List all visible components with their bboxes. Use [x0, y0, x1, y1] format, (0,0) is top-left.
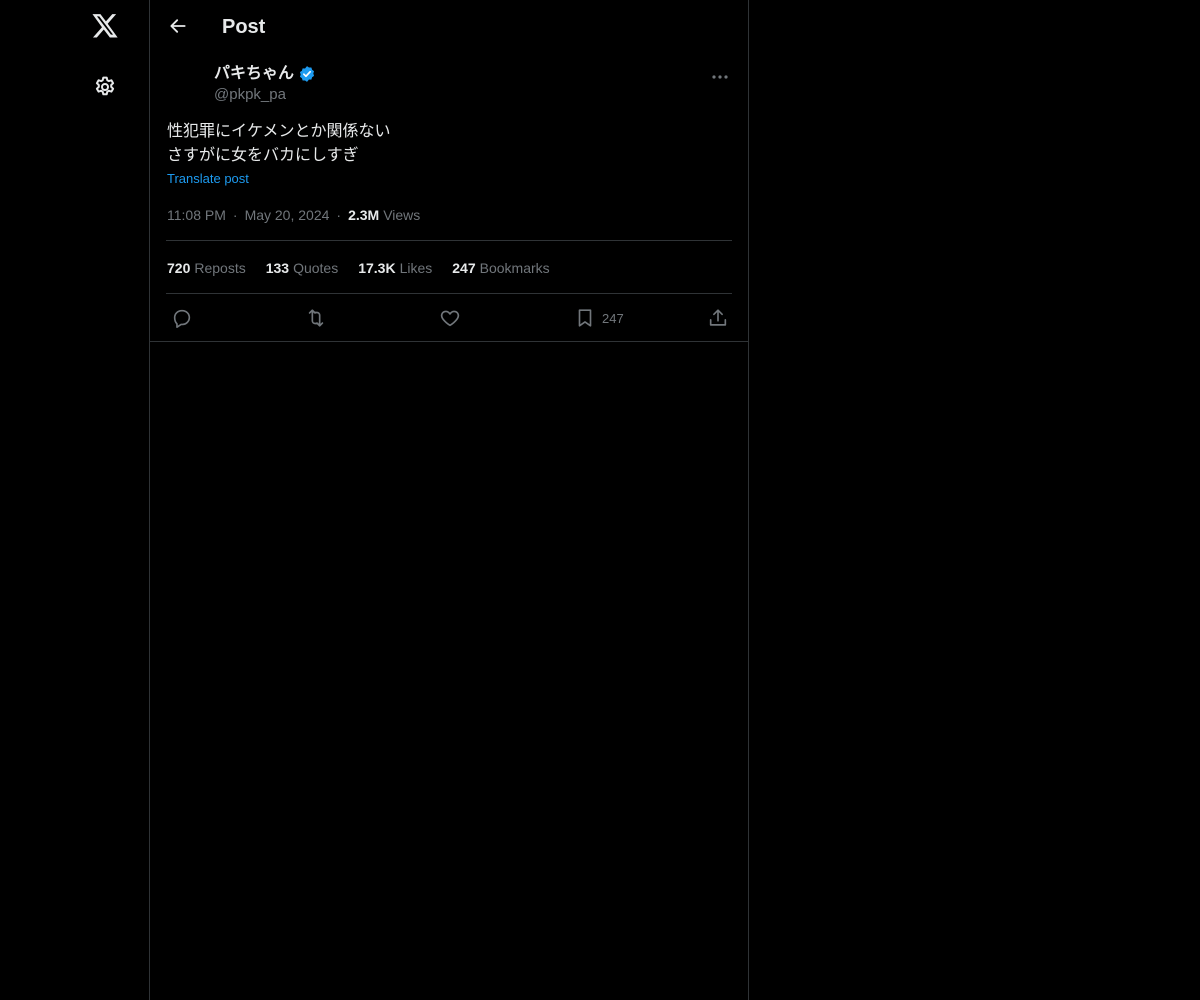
x-logo-icon [91, 14, 119, 40]
quotes-count: 133 [265, 260, 290, 276]
app-root: Post パキちゃん @pkpk_pa 性犯罪にイケメンとか関係ない さすがに女… [0, 0, 1200, 1000]
post-author: パキちゃん @pkpk_pa [166, 62, 732, 108]
page-title: Post [222, 16, 266, 38]
post-column: Post パキちゃん @pkpk_pa 性犯罪にイケメンとか関係ない さすがに女… [149, 0, 749, 1000]
reply-icon [171, 307, 193, 329]
arrow-left-icon [168, 16, 188, 36]
share-button[interactable] [707, 304, 729, 332]
reposts-count: 720 [167, 260, 191, 276]
meta-separator: · [232, 207, 238, 223]
heart-icon [439, 307, 461, 329]
divider [166, 293, 732, 294]
avatar[interactable] [166, 62, 206, 102]
translate-post-link[interactable]: Translate post [167, 170, 249, 188]
repost-button[interactable] [305, 304, 327, 332]
likes-label: Likes [399, 260, 433, 276]
repost-icon [305, 307, 327, 329]
meta-separator: · [336, 207, 342, 223]
author-name-row: パキちゃん [214, 63, 316, 85]
post-stats: 720 Reposts 133 Quotes 17.3K Likes 247 Bookm… [167, 258, 550, 278]
back-button[interactable] [162, 10, 194, 42]
post-date[interactable]: May 20, 2024 [245, 205, 330, 225]
views-count: 2.3M [348, 207, 380, 223]
bookmarks-label: Bookmarks [479, 260, 550, 276]
reposts-label: Reposts [194, 260, 246, 276]
more-horizontal-icon [711, 74, 729, 80]
bookmark-icon [574, 307, 596, 329]
author-name[interactable]: パキちゃん [214, 63, 294, 85]
more-button[interactable] [708, 65, 732, 89]
author-handle[interactable]: @pkpk_pa [214, 85, 286, 105]
left-nav-rail [0, 0, 149, 1000]
like-button[interactable] [439, 304, 461, 332]
views-label: Views [383, 207, 421, 223]
post-text: 性犯罪にイケメンとか関係ない さすがに女をバカにしすぎ [167, 121, 391, 164]
settings-button[interactable] [85, 67, 125, 107]
share-icon [707, 307, 729, 329]
verified-badge-icon [298, 65, 316, 83]
quotes-label: Quotes [293, 260, 339, 276]
bookmark-count: 247 [602, 310, 624, 326]
divider [166, 240, 732, 241]
bookmarks-stat[interactable]: 247 Bookmarks [452, 258, 549, 278]
bookmarks-count: 247 [452, 260, 476, 276]
reply-button[interactable] [171, 304, 193, 332]
gear-icon [93, 75, 117, 99]
likes-count: 17.3K [358, 260, 396, 276]
reposts-stat[interactable]: 720 Reposts [167, 258, 246, 278]
quotes-stat[interactable]: 133 Quotes [266, 258, 339, 278]
top-bar: Post [150, 0, 748, 53]
post-time[interactable]: 11:08 PM [167, 205, 226, 225]
likes-stat[interactable]: 17.3K Likes [358, 258, 432, 278]
x-logo-link[interactable] [85, 7, 125, 47]
post-meta: 11:08 PM · May 20, 2024 · 2.3M Views [167, 205, 420, 225]
bookmark-button[interactable]: 247 [574, 304, 624, 332]
divider [150, 341, 748, 342]
post-actions: 247 [166, 304, 732, 332]
